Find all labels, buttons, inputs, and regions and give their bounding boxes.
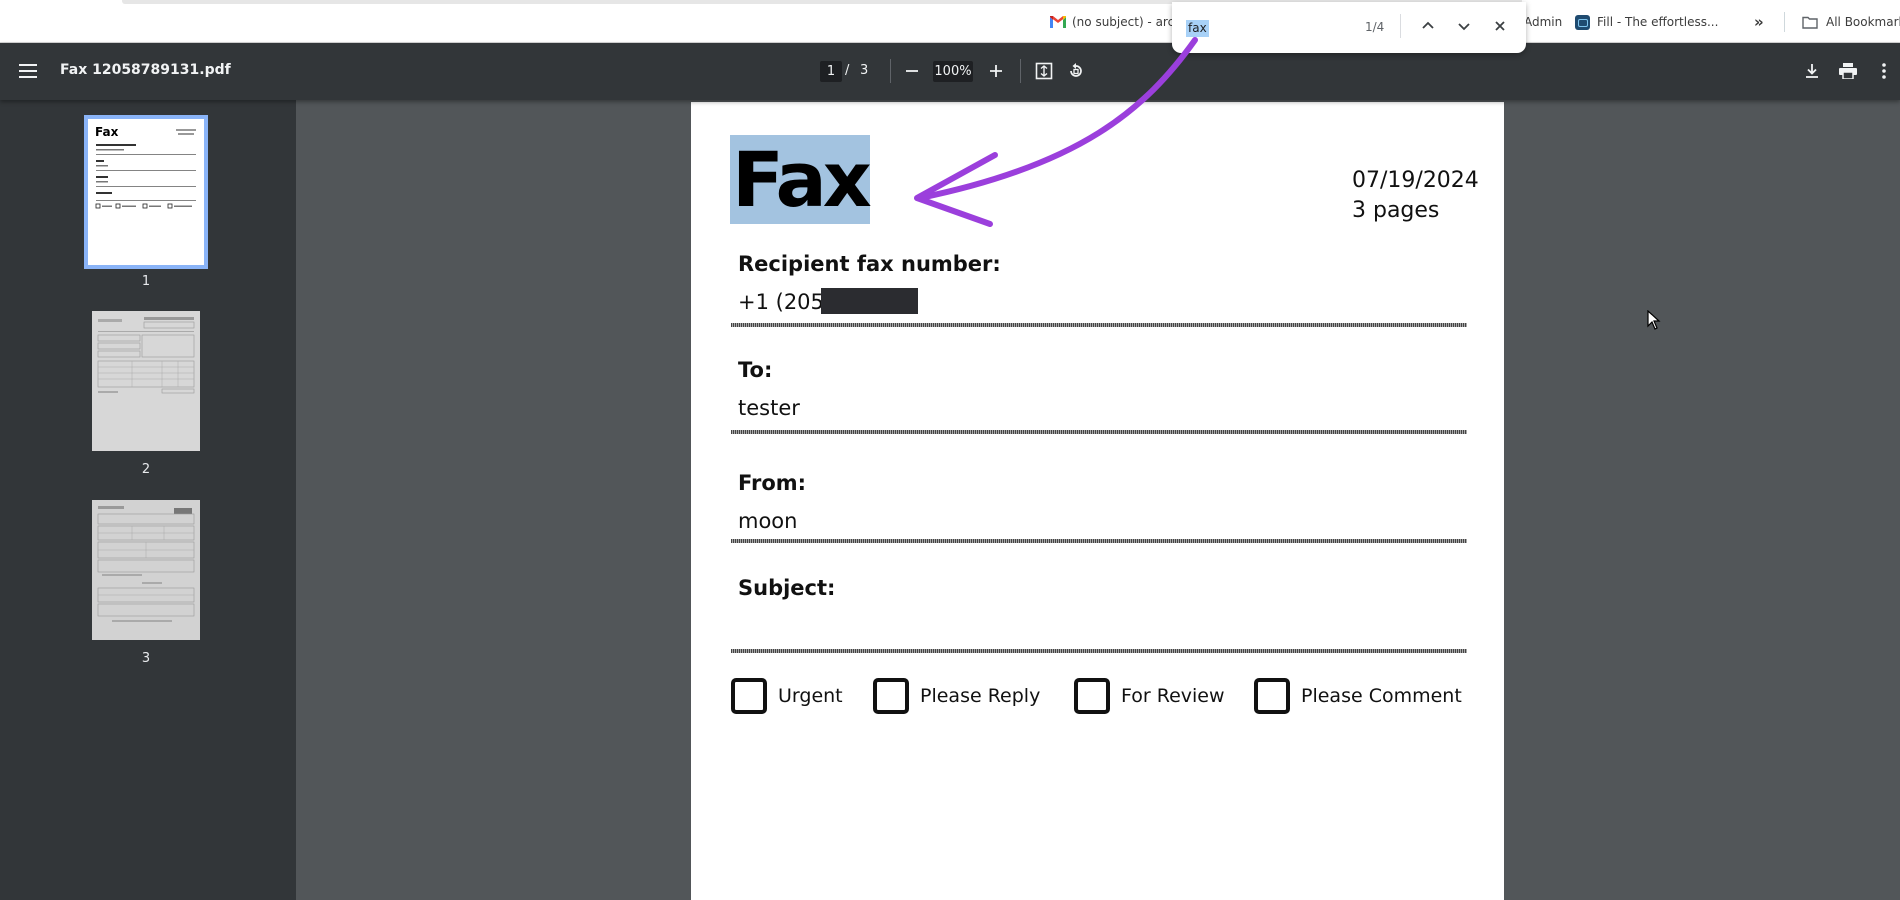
page-total: 3: [860, 63, 869, 78]
bookmark-admin-label: Admin: [1524, 15, 1563, 29]
pdf-page: Fax 07/19/2024 3 pages Recipient fax num…: [691, 102, 1504, 900]
checkbox-label: Please Reply: [920, 685, 1041, 707]
page-separator: /: [845, 63, 850, 78]
page-thumbnail-1[interactable]: Fax: [84, 115, 208, 269]
bookmark-fill-label: Fill - The effortless...: [1597, 15, 1719, 29]
redacted-block: [821, 288, 918, 314]
thumbnail-number: 1: [141, 274, 151, 289]
more-options-button[interactable]: [1872, 59, 1896, 83]
bookmark-gmail[interactable]: (no subject) - archi: [1050, 12, 1185, 32]
print-button[interactable]: [1836, 59, 1860, 83]
page-thumbnail-3[interactable]: [92, 500, 200, 640]
checkbox-label: Urgent: [778, 685, 843, 707]
checkbox-square[interactable]: [731, 678, 767, 714]
page-thumbnail-2[interactable]: [92, 311, 200, 451]
menu-button[interactable]: [16, 59, 40, 83]
to-label: To:: [738, 358, 773, 382]
chevron-double-right-icon: »: [1754, 13, 1764, 31]
find-match-count: 1/4: [1365, 20, 1385, 34]
all-bookmarks-button[interactable]: All Bookmarks: [1802, 12, 1900, 32]
all-bookmarks-label: All Bookmarks: [1826, 15, 1900, 29]
bookmark-gmail-label: (no subject) - archi: [1072, 15, 1186, 29]
field-underline: [731, 323, 1467, 327]
page-1-preview: Fax: [95, 125, 196, 209]
recipient-label: Recipient fax number:: [738, 252, 1001, 276]
chevron-down-icon: [1458, 23, 1470, 31]
document-heading: Fax: [730, 135, 872, 224]
checkbox-square[interactable]: [1254, 678, 1290, 714]
from-label: From:: [738, 471, 807, 495]
to-value: tester: [738, 396, 800, 420]
minus-icon: [906, 70, 918, 72]
download-icon: [1806, 64, 1818, 78]
subject-label: Subject:: [738, 576, 836, 600]
svg-text:Fax: Fax: [95, 125, 119, 139]
field-underline: [731, 649, 1467, 653]
fit-page-icon: [1035, 62, 1053, 80]
page-2-preview: [97, 317, 195, 394]
chevron-up-icon: [1422, 21, 1434, 29]
checkbox-square[interactable]: [873, 678, 909, 714]
hamburger-icon: [19, 64, 37, 78]
checkbox-please-reply[interactable]: Please Reply: [873, 678, 1040, 714]
zoom-input[interactable]: 100%: [933, 61, 973, 82]
mouse-cursor-icon: [1647, 310, 1661, 330]
checkbox-label: For Review: [1121, 685, 1225, 707]
find-input[interactable]: fax: [1186, 20, 1209, 37]
bookmarks-bar: (no subject) - archi Admin Fill - The ef…: [0, 0, 1900, 43]
folder-icon: [1802, 16, 1818, 29]
fit-to-page-button[interactable]: [1032, 59, 1056, 83]
page-number-input[interactable]: 1: [820, 61, 842, 82]
kebab-menu-icon: [1882, 63, 1886, 79]
page-3-preview: [97, 506, 195, 622]
checkbox-label: Please Comment: [1301, 685, 1462, 707]
fill-app-icon: [1575, 14, 1590, 30]
checkbox-please-comment[interactable]: Please Comment: [1254, 678, 1462, 714]
rotate-button[interactable]: [1064, 59, 1088, 83]
field-underline: [731, 430, 1467, 434]
pdf-file-name: Fax 12058789131.pdf: [60, 62, 231, 78]
bookmarks-overflow-button[interactable]: »: [1754, 12, 1764, 32]
printer-icon: [1839, 63, 1857, 79]
download-button[interactable]: [1800, 59, 1824, 83]
checkbox-square[interactable]: [1074, 678, 1110, 714]
recipient-value: +1 (205): [738, 290, 833, 314]
plus-icon: [990, 65, 1002, 77]
thumbnail-number: 2: [141, 462, 151, 477]
from-value: moon: [738, 509, 798, 533]
document-date: 07/19/2024: [1352, 168, 1479, 193]
zoom-out-button[interactable]: [900, 59, 924, 83]
close-icon: [1495, 21, 1505, 31]
find-previous-button[interactable]: [1418, 16, 1438, 36]
find-close-button[interactable]: [1490, 16, 1510, 36]
find-divider: [1400, 14, 1401, 38]
bookmark-admin[interactable]: Admin: [1524, 12, 1562, 32]
document-page-count: 3 pages: [1352, 198, 1440, 223]
rotate-icon: [1070, 63, 1082, 77]
gmail-icon: [1050, 16, 1066, 28]
checkbox-for-review[interactable]: For Review: [1074, 678, 1225, 714]
bookmarks-separator: [1784, 12, 1785, 32]
find-next-button[interactable]: [1454, 16, 1474, 36]
field-underline: [731, 539, 1467, 543]
bookmark-fill[interactable]: Fill - The effortless...: [1575, 12, 1718, 32]
search-match-highlight: Fax: [730, 135, 872, 224]
toolbar-divider: [1020, 59, 1021, 83]
zoom-in-button[interactable]: [984, 59, 1008, 83]
pdf-toolbar: Fax 12058789131.pdf 1 / 3 100%: [0, 43, 1900, 100]
thumbnail-number: 3: [141, 651, 151, 666]
thumbnail-sidebar: Fax 1 2 3: [0, 100, 296, 900]
checkbox-urgent[interactable]: Urgent: [731, 678, 843, 714]
toolbar-divider: [890, 59, 891, 83]
